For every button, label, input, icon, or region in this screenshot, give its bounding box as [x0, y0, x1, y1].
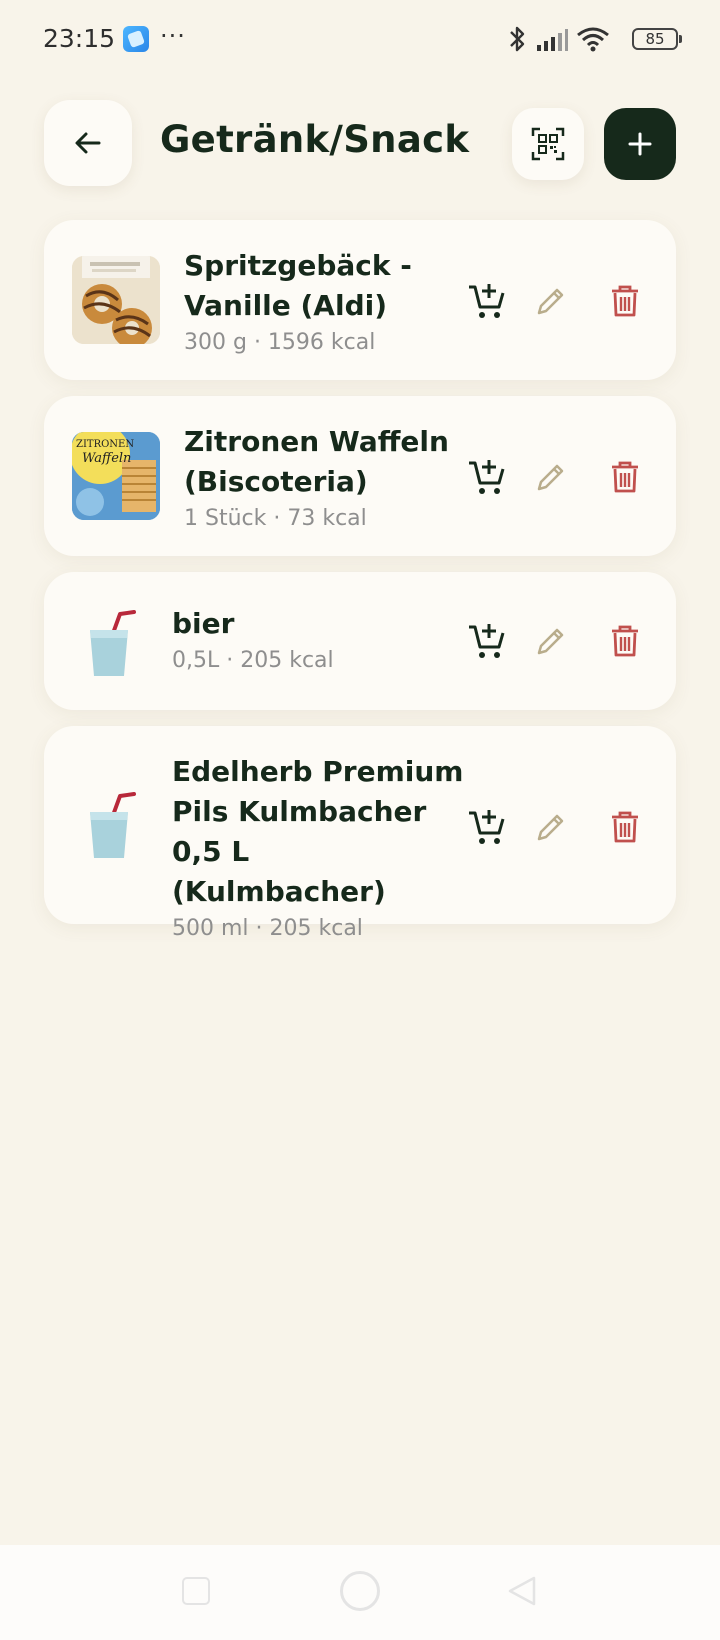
item-name: Edelherb Premium Pils Kulmbacher 0,5 L (… — [172, 755, 464, 908]
item-actions — [462, 452, 662, 502]
item-meta: 0,5L · 205 kcal — [172, 648, 334, 673]
delete-button[interactable] — [600, 452, 650, 502]
add-to-cart-button[interactable] — [462, 276, 512, 326]
signal-icon — [537, 29, 568, 51]
cart-plus-icon — [469, 284, 505, 318]
trash-icon — [612, 811, 638, 843]
edit-button[interactable] — [526, 616, 576, 666]
list-item[interactable]: ZITRONEN Waffeln Zitronen Waffeln (Bisco… — [44, 396, 676, 556]
header: Getränk/Snack — [0, 98, 720, 188]
list-item[interactable]: bier 0,5L · 205 kcal — [44, 572, 676, 710]
wifi-icon — [577, 27, 609, 52]
add-to-cart-button[interactable] — [462, 616, 512, 666]
pencil-icon — [537, 628, 564, 655]
list-item[interactable]: Edelherb Premium Pils Kulmbacher 0,5 L (… — [44, 726, 676, 941]
app-notification-icon — [123, 26, 149, 52]
pencil-icon — [537, 288, 564, 315]
item-text: Spritzgebäck - Vanille (Aldi) 300 g · 15… — [184, 246, 454, 358]
home-button[interactable] — [340, 1571, 380, 1611]
list-item[interactable]: Spritzgebäck - Vanille (Aldi) 300 g · 15… — [44, 220, 676, 380]
item-meta: 1 Stück · 73 kcal — [184, 506, 367, 531]
item-text: Zitronen Waffeln (Biscoteria) 1 Stück · … — [184, 422, 464, 534]
item-text: bier 0,5L · 205 kcal — [172, 604, 452, 676]
item-actions — [462, 616, 662, 666]
waffles-image: ZITRONEN Waffeln — [72, 432, 160, 520]
edit-button[interactable] — [526, 276, 576, 326]
delete-button[interactable] — [600, 616, 650, 666]
page-title: Getränk/Snack — [160, 118, 470, 161]
cup-with-straw-icon — [90, 610, 136, 676]
edit-button[interactable] — [526, 452, 576, 502]
status-time: 23:15 — [43, 24, 116, 53]
item-actions — [462, 276, 662, 326]
scan-barcode-button[interactable] — [512, 108, 584, 180]
cart-plus-icon — [469, 810, 505, 844]
item-actions — [462, 802, 662, 852]
thumb-text-2: Waffeln — [82, 451, 131, 466]
cart-plus-icon — [469, 624, 505, 658]
back-button[interactable] — [44, 100, 132, 186]
item-name: Spritzgebäck - Vanille (Aldi) — [184, 249, 412, 322]
pencil-icon — [537, 814, 564, 841]
item-list: Spritzgebäck - Vanille (Aldi) 300 g · 15… — [44, 220, 676, 941]
qr-scan-icon — [531, 127, 565, 161]
edit-button[interactable] — [526, 802, 576, 852]
pencil-icon — [537, 464, 564, 491]
cookies-image — [72, 256, 160, 344]
status-bar: 23:15 ··· 85 — [0, 0, 720, 80]
plus-icon — [628, 132, 652, 156]
back-triangle-icon[interactable] — [506, 1575, 538, 1607]
arrow-left-icon — [75, 132, 101, 154]
item-photo: ZITRONEN Waffeln — [72, 432, 160, 520]
thumb-text-1: ZITRONEN — [76, 439, 134, 450]
item-name: Zitronen Waffeln (Biscoteria) — [184, 425, 449, 498]
trash-icon — [612, 625, 638, 657]
item-text: Edelherb Premium Pils Kulmbacher 0,5 L (… — [172, 752, 472, 944]
trash-icon — [612, 285, 638, 317]
bluetooth-icon — [510, 26, 525, 52]
cart-plus-icon — [469, 460, 505, 494]
status-icons: 85 — [508, 24, 682, 54]
trash-icon — [612, 461, 638, 493]
more-notifications-icon: ··· — [160, 22, 186, 50]
item-meta: 500 ml · 205 kcal — [172, 916, 363, 941]
add-to-cart-button[interactable] — [462, 452, 512, 502]
add-to-cart-button[interactable] — [462, 802, 512, 852]
recent-apps-button[interactable] — [182, 1577, 210, 1605]
cup-with-straw-icon — [90, 792, 136, 858]
item-name: bier — [172, 607, 235, 640]
item-photo — [72, 256, 160, 344]
system-nav-bar — [0, 1545, 720, 1640]
item-meta: 300 g · 1596 kcal — [184, 330, 376, 355]
add-item-button[interactable] — [604, 108, 676, 180]
delete-button[interactable] — [600, 276, 650, 326]
battery-indicator: 85 — [632, 28, 682, 50]
delete-button[interactable] — [600, 802, 650, 852]
